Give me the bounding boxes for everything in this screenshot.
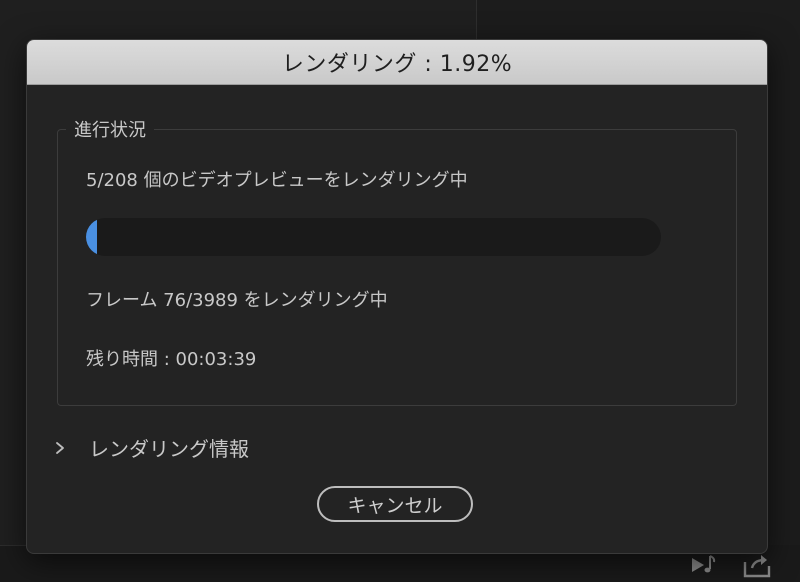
render-details-label: レンダリング情報 — [89, 437, 249, 461]
render-details-toggle[interactable]: レンダリング情報 — [53, 433, 249, 462]
render-progress-dialog: レンダリング : 1.92% 進行状況 5/208 個のビデオプレビューをレンダ… — [26, 39, 768, 554]
export-icon[interactable] — [742, 552, 772, 578]
time-remaining: 残り時間 : 00:03:39 — [86, 349, 257, 370]
cancel-button[interactable]: キャンセル — [317, 486, 473, 522]
progress-group-label: 進行状況 — [66, 116, 154, 142]
preview-count-status: 5/208 個のビデオプレビューをレンダリング中 — [86, 170, 468, 191]
play-audio-icon[interactable] — [690, 552, 720, 578]
dialog-titlebar[interactable]: レンダリング : 1.92% — [27, 40, 767, 85]
frame-count-status: フレーム 76/3989 をレンダリング中 — [86, 290, 388, 311]
dialog-title: レンダリング : 1.92% — [281, 52, 513, 77]
progress-bar — [86, 218, 661, 256]
chevron-right-icon — [53, 441, 67, 455]
